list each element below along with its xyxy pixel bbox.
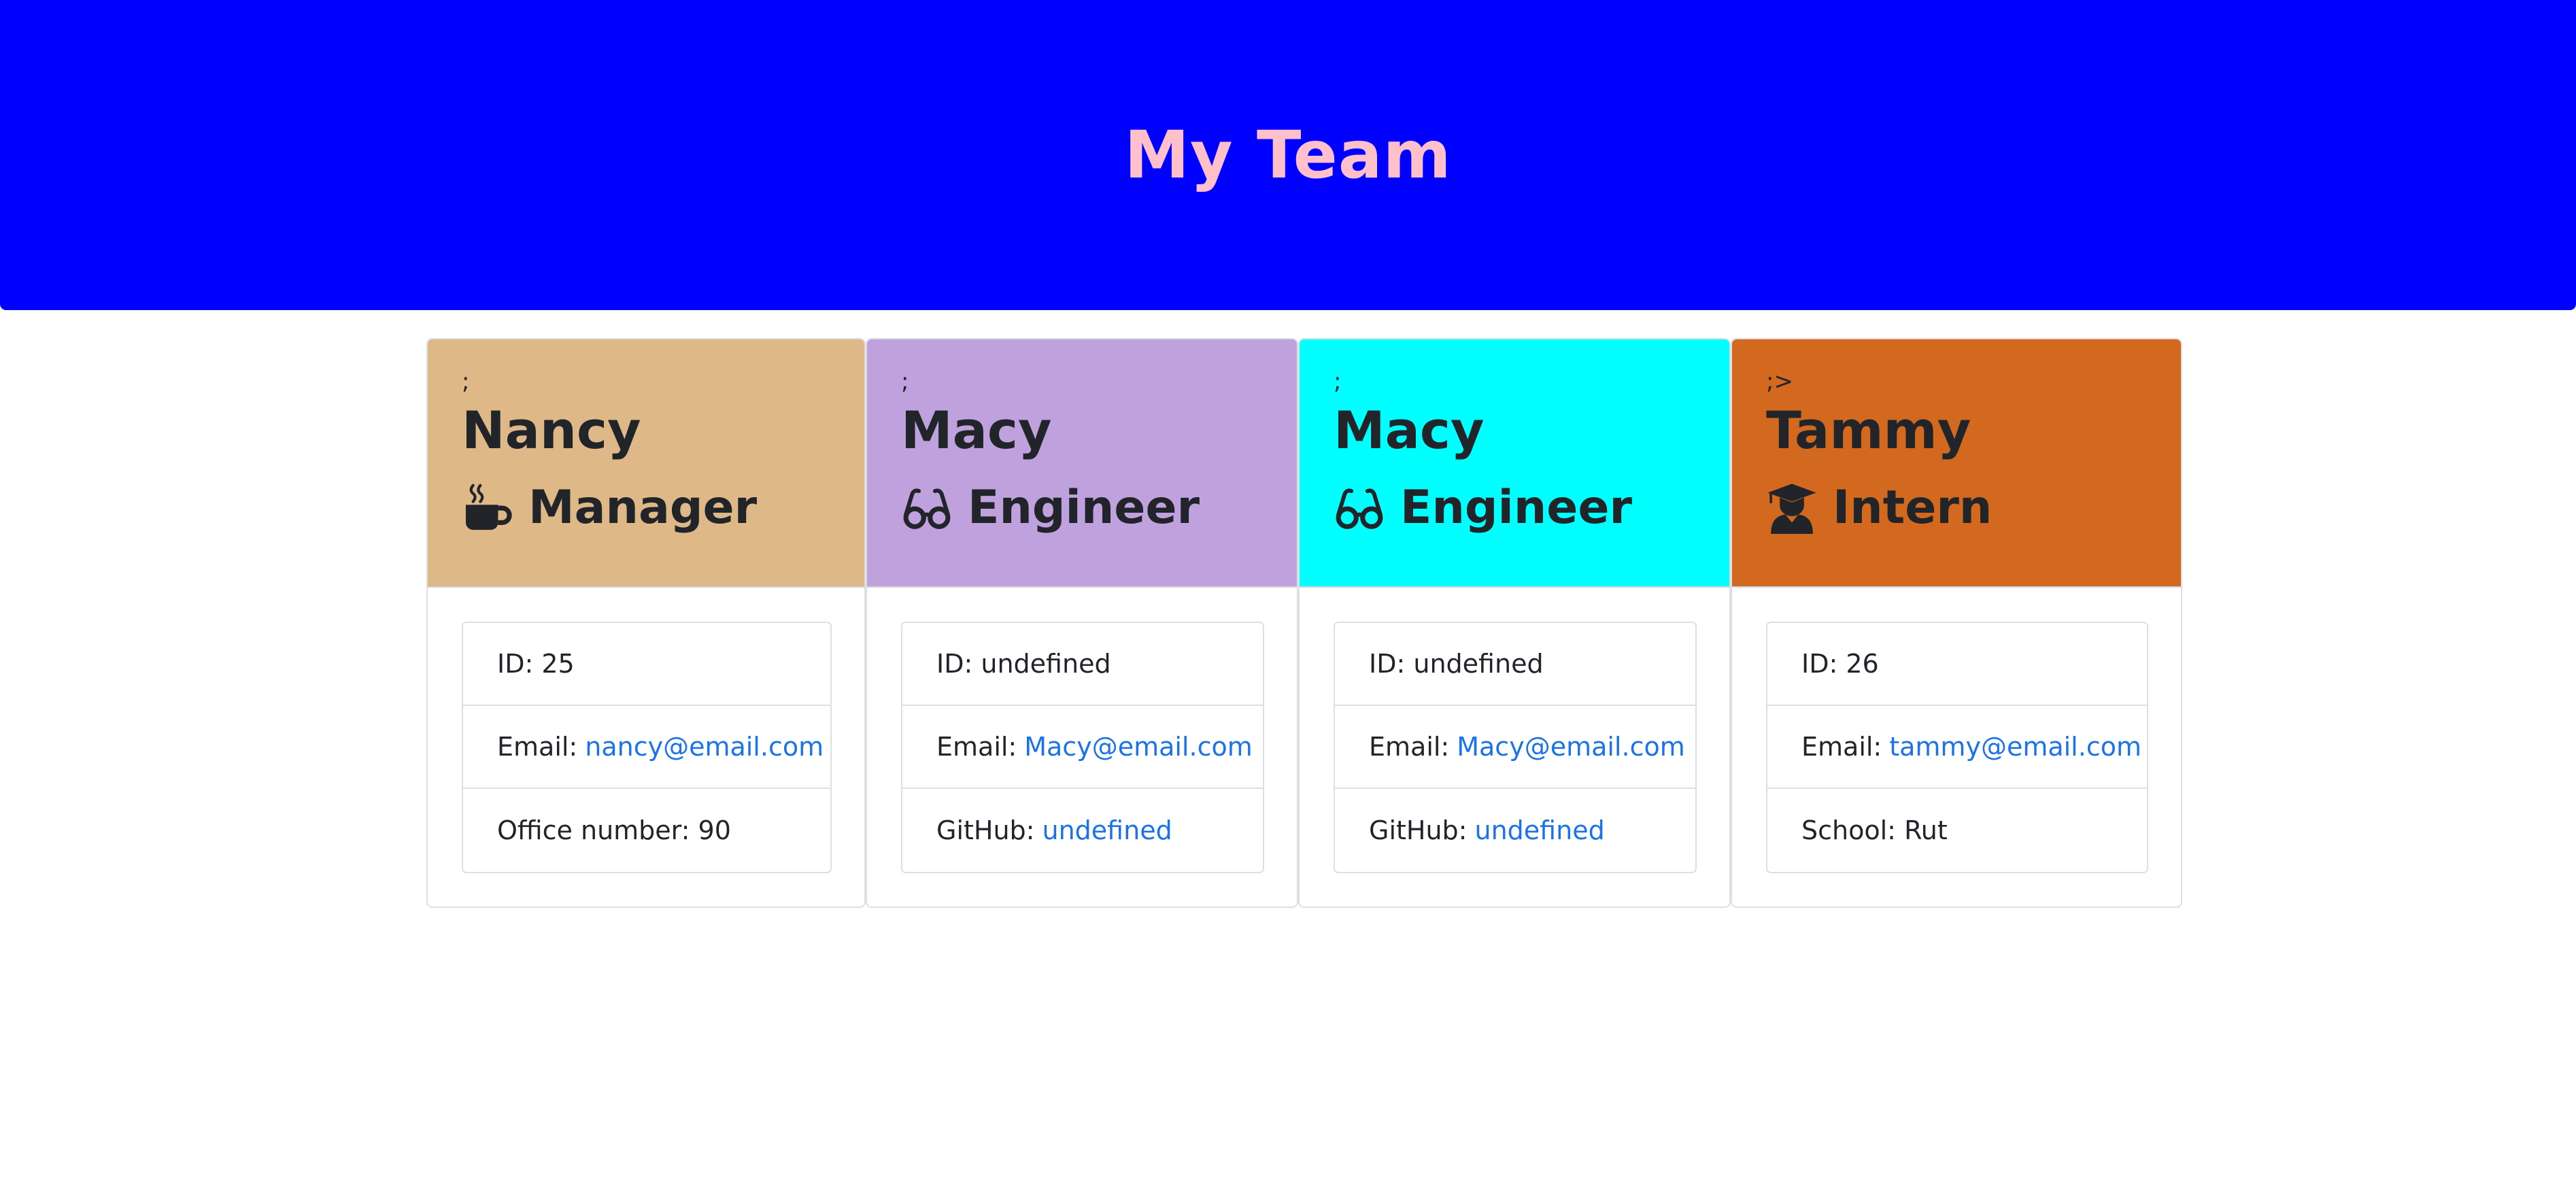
employee-card-engineer: ; Macy Engineer ID: undefined Email: Mac…	[866, 338, 1298, 908]
page-title: My Team	[1124, 117, 1452, 193]
details-list: ID: 26 Email: tammy@email.com School: Rut	[1766, 622, 2148, 873]
github-link[interactable]: undefined	[1043, 815, 1172, 845]
card-body: ID: 25 Email: nancy@email.com Office numb…	[428, 588, 864, 873]
employee-role: Manager	[462, 474, 830, 542]
id-label: ID:	[936, 649, 973, 679]
school-item: School: Rut	[1767, 789, 2147, 872]
details-list: ID: undefined Email: Macy@email.com GitHu…	[1334, 622, 1697, 873]
details-list: ID: undefined Email: Macy@email.com GitHu…	[901, 622, 1264, 873]
github-item: GitHub: undefined	[1335, 789, 1695, 872]
employee-role: Intern	[1766, 474, 2147, 542]
glasses-icon	[903, 488, 951, 529]
glasses-icon	[1336, 488, 1383, 529]
school-label: School:	[1801, 815, 1896, 845]
details-list: ID: 25 Email: nancy@email.com Office numb…	[462, 622, 832, 873]
card-mark: ;>	[1766, 368, 1793, 395]
card-mark: ;	[901, 368, 909, 395]
email-label: Email:	[936, 732, 1017, 762]
id-item: ID: 26	[1767, 623, 2147, 706]
id-value: 26	[1846, 649, 1879, 679]
role-label: Engineer	[1400, 481, 1633, 535]
github-item: GitHub: undefined	[902, 789, 1263, 872]
id-label: ID:	[1369, 649, 1406, 679]
email-link[interactable]: Macy@email.com	[1457, 732, 1685, 762]
id-item: ID: undefined	[1335, 623, 1695, 706]
email-link[interactable]: tammy@email.com	[1889, 732, 2141, 762]
email-label: Email:	[1801, 732, 1882, 762]
id-item: ID: 25	[463, 623, 830, 706]
card-header: ; Macy Engineer	[1300, 339, 1729, 588]
role-label: Manager	[528, 481, 758, 535]
employee-role: Engineer	[901, 474, 1263, 542]
office-number-label: Office number:	[497, 815, 690, 845]
email-label: Email:	[497, 732, 578, 762]
id-value: 25	[541, 649, 575, 679]
id-label: ID:	[497, 649, 534, 679]
github-label: GitHub:	[936, 815, 1035, 845]
school-value: Rut	[1904, 815, 1948, 845]
card-body: ID: undefined Email: Macy@email.com GitHu…	[1300, 588, 1729, 873]
card-header: ;> Tammy Intern	[1732, 339, 2181, 588]
employee-name: Macy	[1334, 400, 1485, 460]
id-value: undefined	[1413, 649, 1544, 679]
email-item: Email: Macy@email.com	[1335, 706, 1695, 789]
email-item: Email: Macy@email.com	[902, 706, 1263, 789]
team-cards: ; Nancy Manager ID: 25 Email: nancy@email…	[426, 338, 2182, 908]
card-header: ; Macy Engineer	[867, 339, 1297, 588]
id-item: ID: undefined	[902, 623, 1263, 706]
card-body: ID: 26 Email: tammy@email.com School: Rut	[1732, 588, 2181, 873]
role-label: Intern	[1833, 481, 1993, 535]
github-label: GitHub:	[1369, 815, 1468, 845]
email-item: Email: nancy@email.com	[463, 706, 830, 789]
card-mark: ;	[1334, 368, 1342, 395]
card-header: ; Nancy Manager	[428, 339, 864, 588]
email-link[interactable]: Macy@email.com	[1024, 732, 1253, 762]
graduate-icon	[1767, 484, 1816, 534]
header-banner: My Team	[0, 0, 2576, 310]
email-link[interactable]: nancy@email.com	[585, 732, 824, 762]
employee-role: Engineer	[1334, 474, 1695, 542]
id-value: undefined	[981, 649, 1111, 679]
office-number-item: Office number: 90	[463, 789, 830, 872]
card-mark: ;	[462, 368, 470, 395]
email-item: Email: tammy@email.com	[1767, 706, 2147, 789]
employee-card-manager: ; Nancy Manager ID: 25 Email: nancy@email…	[426, 338, 866, 908]
employee-card-engineer: ; Macy Engineer ID: undefined Email: Mac…	[1298, 338, 1731, 908]
employee-card-intern: ;> Tammy Intern ID: 26 Email: tammy@email…	[1731, 338, 2182, 908]
coffee-mug-icon	[465, 484, 512, 530]
role-label: Engineer	[968, 481, 1200, 535]
employee-name: Nancy	[462, 400, 641, 460]
employee-name: Macy	[901, 400, 1052, 460]
card-body: ID: undefined Email: Macy@email.com GitHu…	[867, 588, 1297, 873]
office-number-value: 90	[698, 815, 731, 845]
github-link[interactable]: undefined	[1475, 815, 1605, 845]
email-label: Email:	[1369, 732, 1450, 762]
employee-name: Tammy	[1766, 400, 1971, 460]
id-label: ID:	[1801, 649, 1838, 679]
